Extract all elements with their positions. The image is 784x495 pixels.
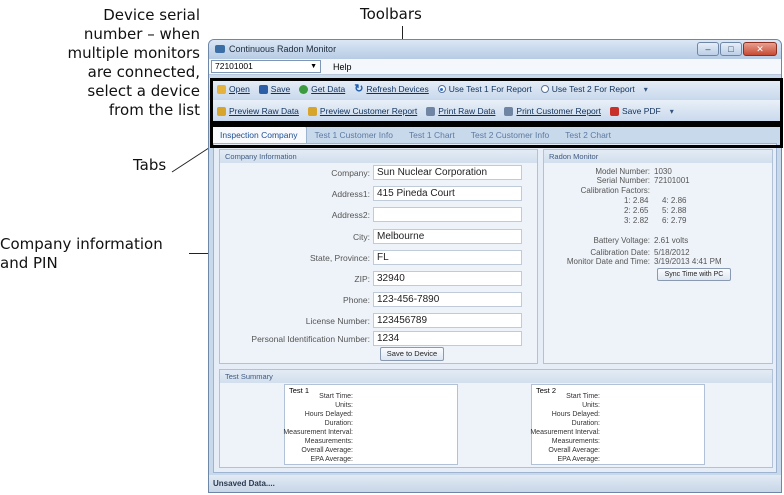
sync-time-button[interactable]: Sync Time with PC <box>657 268 731 281</box>
toolbars-callout: Toolbars <box>360 5 422 23</box>
summary-line: Overall Average: <box>301 447 353 454</box>
test2-title: Test 2 <box>536 386 557 395</box>
summary-line: Measurements: <box>304 438 353 445</box>
test1-title: Test 1 <box>289 386 310 395</box>
zip-field-row: ZIP: 32940 <box>220 271 530 287</box>
pin-label: Personal Identification Number: <box>251 334 370 344</box>
close-button[interactable]: ✕ <box>743 42 777 56</box>
address2-field-row: Address2: <box>220 207 530 223</box>
test2-summary-box: Test 2 Start Time: Units: Hours Delayed:… <box>530 384 705 465</box>
title-bar: Continuous Radon Monitor – □ ✕ <box>209 40 781 59</box>
battery-voltage-label: Battery Voltage: <box>593 236 650 245</box>
summary-line: Hours Delayed: <box>551 411 600 418</box>
save-to-device-button[interactable]: Save to Device <box>380 347 444 361</box>
summary-line: Units: <box>335 402 353 409</box>
phone-label: Phone: <box>343 295 370 305</box>
company-info-title: Company Information <box>220 150 537 163</box>
license-label: License Number: <box>305 316 370 326</box>
monitor-date-value: 3/19/2013 4:41 PM <box>654 257 722 266</box>
company-callout-line: and PIN <box>0 254 58 272</box>
city-field-row: City: Melbourne <box>220 229 530 245</box>
cal-factor: 1: 2.84 <box>624 196 649 205</box>
monitor-date-label: Monitor Date and Time: <box>566 257 650 266</box>
state-label: State, Province: <box>309 253 370 263</box>
cal-factor: 4: 2.86 <box>662 196 687 205</box>
company-callout-line: Company information <box>0 235 163 253</box>
pin-field-row: Personal Identification Number: 1234 <box>220 331 530 347</box>
summary-line: Duration: <box>324 420 353 427</box>
test1-summary-box: Test 1 Start Time: Units: Hours Delayed:… <box>283 384 458 465</box>
menu-help[interactable]: Help <box>333 62 352 72</box>
calibration-date-label: Calibration Date: <box>590 248 650 257</box>
cal-factor: 5: 2.88 <box>662 206 687 215</box>
summary-line: Overall Average: <box>548 447 600 454</box>
serial-callout-line: from the list <box>108 101 200 119</box>
menu-bar: 72101001 ▼ Help <box>209 59 781 75</box>
zip-label: ZIP: <box>354 274 370 284</box>
window-title: Continuous Radon Monitor <box>229 44 337 54</box>
state-field-row: State, Province: FL <box>220 250 530 266</box>
test-summary-title: Test Summary <box>220 370 772 383</box>
company-input[interactable]: Sun Nuclear Corporation <box>373 165 522 180</box>
address1-label: Address1: <box>331 189 370 199</box>
company-label: Company: <box>331 168 370 178</box>
summary-line: EPA Average: <box>310 456 353 463</box>
calibration-date-value: 5/18/2012 <box>654 248 690 257</box>
minimize-button[interactable]: – <box>697 42 719 56</box>
city-label: City: <box>353 232 370 242</box>
tab-content: Company Information Company: Sun Nuclear … <box>213 143 777 473</box>
chevron-down-icon: ▼ <box>310 63 317 70</box>
radon-monitor-title: Radon Monitor <box>544 150 772 163</box>
device-serial-value: 72101001 <box>215 61 253 71</box>
serial-callout: Device serial number – when multiple mon… <box>0 6 200 120</box>
license-field-row: License Number: 123456789 <box>220 313 530 329</box>
serial-callout-line: select a device <box>87 82 200 100</box>
battery-voltage-value: 2.61 volts <box>654 236 689 245</box>
phone-input[interactable]: 123-456-7890 <box>373 292 522 307</box>
zip-input[interactable]: 32940 <box>373 271 522 286</box>
summary-line: EPA Average: <box>557 456 600 463</box>
serial-callout-line: number – when <box>83 25 200 43</box>
state-input[interactable]: FL <box>373 250 522 265</box>
company-callout: Company information and PIN <box>0 235 200 273</box>
license-input[interactable]: 123456789 <box>373 313 522 328</box>
serial-callout-line: are connected, <box>87 63 200 81</box>
tabs-callout: Tabs <box>133 156 167 174</box>
company-info-group: Company Information Company: Sun Nuclear … <box>219 149 538 364</box>
summary-line: Hours Delayed: <box>304 411 353 418</box>
maximize-button[interactable]: □ <box>720 42 742 56</box>
address1-field-row: Address1: 415 Pineda Court <box>220 186 530 202</box>
pin-input[interactable]: 1234 <box>373 331 522 346</box>
status-bar: Unsaved Data.... <box>209 475 781 492</box>
summary-line: Start Time: <box>319 393 353 400</box>
address1-input[interactable]: 415 Pineda Court <box>373 186 522 201</box>
cal-factor: 2: 2.65 <box>624 206 649 215</box>
address2-label: Address2: <box>331 210 370 220</box>
serial-callout-line: Device serial <box>103 6 200 24</box>
app-icon <box>215 45 225 53</box>
summary-line: Start Time: <box>566 393 600 400</box>
cal-factor: 3: 2.82 <box>624 216 649 225</box>
city-input[interactable]: Melbourne <box>373 229 522 244</box>
toolbars-highlight <box>210 78 783 124</box>
summary-line: Measurement Interval: <box>283 429 353 436</box>
serial-number-label: Serial Number: <box>596 176 650 185</box>
phone-field-row: Phone: 123-456-7890 <box>220 292 530 308</box>
tabs-highlight <box>210 124 783 148</box>
summary-line: Units: <box>582 402 600 409</box>
serial-number-value: 72101001 <box>654 176 690 185</box>
model-number-value: 1030 <box>654 167 672 176</box>
calibration-factors-label: Calibration Factors: <box>580 186 650 195</box>
cal-factor: 6: 2.79 <box>662 216 687 225</box>
address2-input[interactable] <box>373 207 522 222</box>
model-number-label: Model Number: <box>595 167 650 176</box>
summary-line: Measurements: <box>551 438 600 445</box>
company-field-row: Company: Sun Nuclear Corporation <box>220 165 530 181</box>
device-serial-select[interactable]: 72101001 ▼ <box>211 60 321 73</box>
summary-line: Duration: <box>571 420 600 427</box>
summary-line: Measurement Interval: <box>530 429 600 436</box>
test-summary-group: Test Summary Test 1 Start Time: Units: H… <box>219 369 773 468</box>
radon-monitor-group: Radon Monitor Model Number: 1030 Serial … <box>543 149 773 364</box>
serial-callout-line: multiple monitors <box>67 44 200 62</box>
